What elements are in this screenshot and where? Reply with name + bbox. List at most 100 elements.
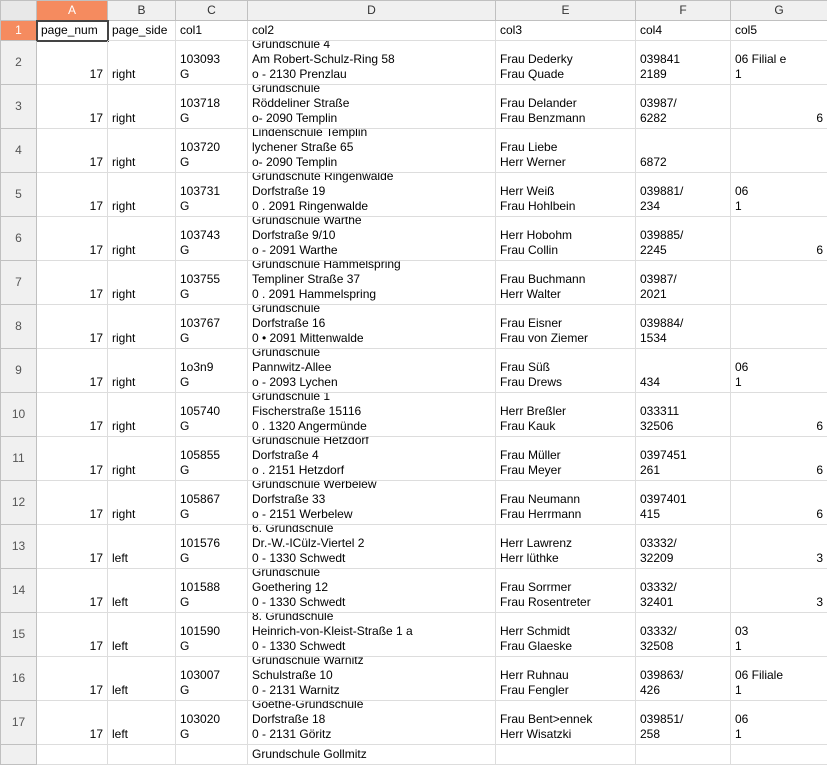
- cell-A10[interactable]: 17: [37, 393, 108, 437]
- cell-E6[interactable]: Herr Hobohm Frau Collin: [496, 217, 636, 261]
- cell-C9[interactable]: 1o3n9 G: [176, 349, 248, 393]
- column-header-A[interactable]: A: [37, 1, 108, 21]
- cell-F18[interactable]: [636, 745, 731, 765]
- cell-C1[interactable]: col1: [176, 21, 248, 41]
- cell-A9[interactable]: 17: [37, 349, 108, 393]
- cell-D12[interactable]: Grundschule Werbelew Dorfstraße 33 o - 2…: [248, 481, 496, 525]
- cell-E5[interactable]: Herr Weiß Frau Hohlbein: [496, 173, 636, 217]
- cell-C5[interactable]: 103731 G: [176, 173, 248, 217]
- cell-C8[interactable]: 103767 G: [176, 305, 248, 349]
- cell-E9[interactable]: Frau Süß Frau Drews: [496, 349, 636, 393]
- cell-F5[interactable]: 039881/ 234: [636, 173, 731, 217]
- cell-G6[interactable]: 6: [731, 217, 827, 261]
- cell-D4[interactable]: Lindenschule Templin lychener Straße 65 …: [248, 129, 496, 173]
- cell-A2[interactable]: 17: [37, 41, 108, 85]
- cell-D7[interactable]: Grundschule Hammelspring Templiner Straß…: [248, 261, 496, 305]
- cell-G1[interactable]: col5: [731, 21, 827, 41]
- column-header-E[interactable]: E: [496, 1, 636, 21]
- cell-G12[interactable]: 6: [731, 481, 827, 525]
- cell-B11[interactable]: right: [108, 437, 176, 481]
- cell-G16[interactable]: 06 Filiale 1: [731, 657, 827, 701]
- row-header-7[interactable]: 7: [1, 261, 37, 305]
- cell-A7[interactable]: 17: [37, 261, 108, 305]
- column-header-B[interactable]: B: [108, 1, 176, 21]
- cell-G9[interactable]: 06 1: [731, 349, 827, 393]
- cell-A8[interactable]: 17: [37, 305, 108, 349]
- cell-C2[interactable]: 103093 G: [176, 41, 248, 85]
- cell-G10[interactable]: 6: [731, 393, 827, 437]
- cell-F4[interactable]: 6872: [636, 129, 731, 173]
- cell-C16[interactable]: 103007 G: [176, 657, 248, 701]
- cell-E2[interactable]: Frau Dederky Frau Quade: [496, 41, 636, 85]
- cell-A1[interactable]: page_num: [37, 21, 108, 41]
- row-header-14[interactable]: 14: [1, 569, 37, 613]
- cell-C13[interactable]: 101576 G: [176, 525, 248, 569]
- cell-D13[interactable]: 6. Grundschule Dr.-W.-ICülz-Viertel 2 0 …: [248, 525, 496, 569]
- cell-E4[interactable]: Frau Liebe Herr Werner: [496, 129, 636, 173]
- cell-F2[interactable]: 039841 2189: [636, 41, 731, 85]
- cell-E17[interactable]: Frau Bent>ennek Herr Wisatzki: [496, 701, 636, 745]
- cell-B6[interactable]: right: [108, 217, 176, 261]
- column-header-F[interactable]: F: [636, 1, 731, 21]
- cell-A3[interactable]: 17: [37, 85, 108, 129]
- cell-D16[interactable]: Grundschule Warnitz Schulstraße 10 0 - 2…: [248, 657, 496, 701]
- cell-C14[interactable]: 101588 G: [176, 569, 248, 613]
- cell-F12[interactable]: 0397401 415: [636, 481, 731, 525]
- row-header-17[interactable]: 17: [1, 701, 37, 745]
- cell-C15[interactable]: 101590 G: [176, 613, 248, 657]
- row-header-3[interactable]: 3: [1, 85, 37, 129]
- cell-B16[interactable]: left: [108, 657, 176, 701]
- cell-E15[interactable]: Herr Schmidt Frau Glaeske: [496, 613, 636, 657]
- column-header-C[interactable]: C: [176, 1, 248, 21]
- cell-B2[interactable]: right: [108, 41, 176, 85]
- row-header-5[interactable]: 5: [1, 173, 37, 217]
- cell-G15[interactable]: 03 1: [731, 613, 827, 657]
- row-header-4[interactable]: 4: [1, 129, 37, 173]
- cell-A16[interactable]: 17: [37, 657, 108, 701]
- cell-F7[interactable]: 03987/ 2021: [636, 261, 731, 305]
- cell-E1[interactable]: col3: [496, 21, 636, 41]
- cell-D6[interactable]: Grundschule Warthe Dorfstraße 9/10 o - 2…: [248, 217, 496, 261]
- cell-E18[interactable]: [496, 745, 636, 765]
- cell-E8[interactable]: Frau Eisner Frau von Ziemer: [496, 305, 636, 349]
- cell-C4[interactable]: 103720 G: [176, 129, 248, 173]
- cell-F9[interactable]: 434: [636, 349, 731, 393]
- cell-B14[interactable]: left: [108, 569, 176, 613]
- cell-D15[interactable]: 8. Grundschule Heinrich-von-Kleist-Straß…: [248, 613, 496, 657]
- cell-C12[interactable]: 105867 G: [176, 481, 248, 525]
- cell-C3[interactable]: 103718 G: [176, 85, 248, 129]
- cell-G17[interactable]: 06 1: [731, 701, 827, 745]
- row-header-10[interactable]: 10: [1, 393, 37, 437]
- cell-F10[interactable]: 033311 32506: [636, 393, 731, 437]
- cell-B3[interactable]: right: [108, 85, 176, 129]
- cell-G5[interactable]: 06 1: [731, 173, 827, 217]
- cell-E10[interactable]: Herr Breßler Frau Kauk: [496, 393, 636, 437]
- cell-A13[interactable]: 17: [37, 525, 108, 569]
- row-header-12[interactable]: 12: [1, 481, 37, 525]
- cell-G11[interactable]: 6: [731, 437, 827, 481]
- cell-C7[interactable]: 103755 G: [176, 261, 248, 305]
- row-header-1[interactable]: 1: [1, 21, 37, 41]
- cell-G7[interactable]: [731, 261, 827, 305]
- row-header-11[interactable]: 11: [1, 437, 37, 481]
- cell-D1[interactable]: col2: [248, 21, 496, 41]
- spreadsheet-grid[interactable]: ABCDEFG1page_numpage_sidecol1col2col3col…: [0, 0, 827, 765]
- cell-B10[interactable]: right: [108, 393, 176, 437]
- cell-A5[interactable]: 17: [37, 173, 108, 217]
- cell-B7[interactable]: right: [108, 261, 176, 305]
- cell-F14[interactable]: 03332/ 32401: [636, 569, 731, 613]
- cell-C18[interactable]: [176, 745, 248, 765]
- cell-B4[interactable]: right: [108, 129, 176, 173]
- cell-F3[interactable]: 03987/ 6282: [636, 85, 731, 129]
- cell-F6[interactable]: 039885/ 2245: [636, 217, 731, 261]
- row-header-13[interactable]: 13: [1, 525, 37, 569]
- cell-G3[interactable]: 6: [731, 85, 827, 129]
- cell-F16[interactable]: 039863/ 426: [636, 657, 731, 701]
- cell-F13[interactable]: 03332/ 32209: [636, 525, 731, 569]
- cell-G14[interactable]: 3: [731, 569, 827, 613]
- row-header-9[interactable]: 9: [1, 349, 37, 393]
- row-header-18[interactable]: [1, 745, 37, 765]
- cell-A4[interactable]: 17: [37, 129, 108, 173]
- row-header-6[interactable]: 6: [1, 217, 37, 261]
- cell-G8[interactable]: [731, 305, 827, 349]
